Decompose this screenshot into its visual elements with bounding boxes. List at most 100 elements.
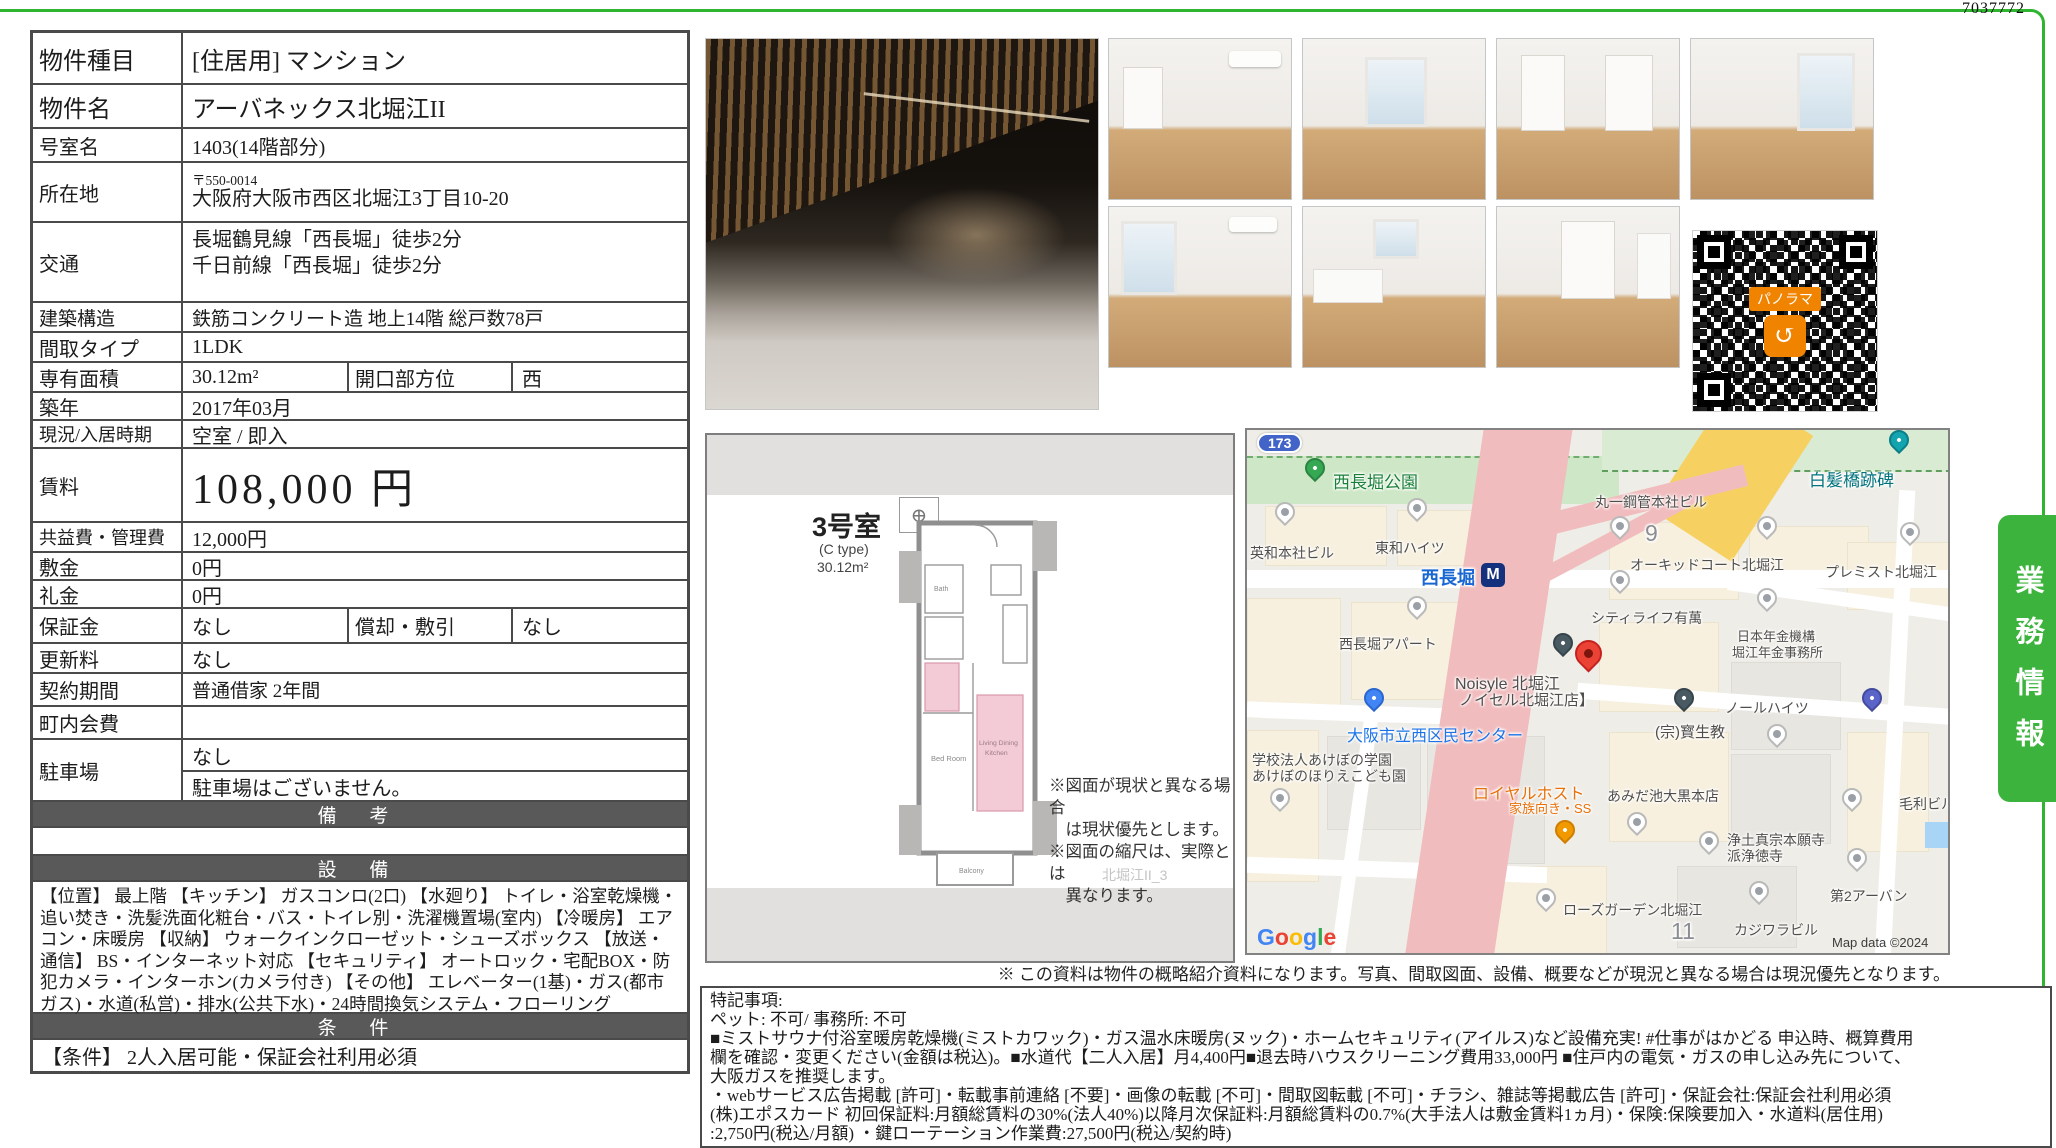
transport-line2: 千日前線「西長堀」徒歩2分 bbox=[192, 253, 442, 279]
photo-window bbox=[1373, 219, 1419, 259]
map-label: あけぼのほりえこども園 bbox=[1252, 766, 1406, 786]
map-label: 西長堀公園 bbox=[1333, 468, 1418, 493]
map-pin-orangep[interactable] bbox=[1551, 816, 1579, 844]
guarantee: なし bbox=[183, 609, 349, 642]
svg-text:Living Dining: Living Dining bbox=[979, 740, 1018, 747]
google-logo: Google bbox=[1257, 924, 1336, 951]
photo-ac-unit bbox=[1229, 51, 1281, 67]
table-row: 保証金 なし 償却・敷引 なし bbox=[33, 607, 687, 642]
map-label: 家族向き・SS bbox=[1509, 798, 1591, 817]
row-label: 専有面積 bbox=[33, 363, 183, 391]
conditions-header: 条 件 bbox=[33, 1014, 687, 1038]
panorama-arrow-icon: ↺ bbox=[1764, 315, 1806, 357]
map-label: 丸一鋼管本社ビル bbox=[1595, 492, 1707, 512]
map-label: 西長堀アパート bbox=[1339, 634, 1437, 654]
renewal-fee: なし bbox=[183, 644, 687, 672]
deposit: 0円 bbox=[183, 553, 687, 579]
table-row: 建築構造鉄筋コンクリート造 地上14階 総戸数78戸 bbox=[33, 301, 687, 331]
row-label: 号室名 bbox=[33, 129, 183, 161]
row-label: 開口部方位 bbox=[349, 363, 513, 391]
photo-door bbox=[1123, 67, 1163, 129]
map-canvas[interactable]: 173 M Google Map data ©2024 西長堀公園白髪橋跡碑丸一… bbox=[1245, 428, 1950, 955]
table-row: 更新料なし bbox=[33, 642, 687, 672]
map-label: 11 bbox=[1671, 918, 1695, 945]
layout-type: 1LDK bbox=[183, 333, 687, 361]
map-label: 英和本社ビル bbox=[1250, 543, 1334, 563]
table-row: 町内会費 bbox=[33, 705, 687, 738]
table-row: 間取タイプ1LDK bbox=[33, 331, 687, 361]
document-number: 7037772 bbox=[1962, 0, 2025, 18]
photo-hallway-2[interactable] bbox=[1496, 206, 1680, 368]
row-label: 敷金 bbox=[33, 553, 183, 579]
table-row: 共益費・管理費12,000円 bbox=[33, 521, 687, 551]
map-label: オーキッドコート北堀江 bbox=[1630, 555, 1784, 575]
notes-line: 欄を確認・変更ください(金額は税込)。■水道代【二人入居】月4,400円■退去時… bbox=[710, 1048, 2042, 1067]
floorplan-watermark: 北堀江II_3 bbox=[1102, 865, 1167, 885]
photo-window bbox=[1365, 57, 1427, 127]
facing-direction: 西 bbox=[513, 363, 687, 391]
table-row: 専有面積 30.12m² 開口部方位 西 bbox=[33, 361, 687, 391]
panorama-qr-code[interactable]: パノラマ ↺ bbox=[1692, 230, 1878, 412]
business-info-tab[interactable]: 業務情報 bbox=[1998, 515, 2056, 802]
row-label: 築年 bbox=[33, 393, 183, 419]
table-row: 現況/入居時期空室 / 即入 bbox=[33, 419, 687, 447]
row-label: 建築構造 bbox=[33, 303, 183, 331]
map-label: 第2アーバン bbox=[1830, 886, 1908, 906]
contract-period: 普通借家 2年間 bbox=[183, 674, 687, 705]
table-row: 【条件】 2人入居可能・保証会社利用必須 bbox=[33, 1038, 687, 1071]
photo-door bbox=[1521, 55, 1565, 131]
property-sheet: 7037772 物件種目[住居用] マンション 物件名アーバネックス北堀江II … bbox=[0, 0, 2056, 1148]
map-label: 大阪市立西区民センター bbox=[1347, 722, 1523, 746]
row-label: 契約期間 bbox=[33, 674, 183, 705]
photo-ac-unit bbox=[1229, 217, 1277, 232]
special-notes-box: 特記事項: ペット: 不可/ 事務所: 不可 ■ミストサウナ付浴室暖房乾燥機(ミ… bbox=[700, 986, 2052, 1148]
photo-room-4[interactable] bbox=[1108, 206, 1292, 368]
photo-entrance-main[interactable] bbox=[705, 38, 1099, 410]
remarks-content bbox=[33, 828, 687, 854]
parking-value: なし bbox=[183, 740, 687, 770]
table-row: 【位置】 最上階 【キッチン】 ガスコンロ(2口) 【水廻り】 トイレ・浴室乾燥… bbox=[33, 880, 687, 1012]
map-label: カジワラビル bbox=[1734, 920, 1818, 940]
svg-text:Kitchen: Kitchen bbox=[985, 750, 1008, 757]
svg-text:Bath: Bath bbox=[934, 586, 949, 593]
table-row: 所在地 〒550-0014大阪府大阪市西区北堀江3丁目10-20 bbox=[33, 161, 687, 221]
photo-kitchen-1[interactable] bbox=[1302, 206, 1486, 368]
remarks-header: 備 考 bbox=[33, 802, 687, 826]
floorplan-top-band bbox=[707, 435, 1233, 495]
notes-line: ペット: 不可/ 事務所: 不可 bbox=[710, 1010, 2042, 1029]
map-pin-slate[interactable] bbox=[1549, 629, 1577, 657]
map-label: プレミスト北堀江 bbox=[1825, 562, 1937, 582]
table-row: 敷金0円 bbox=[33, 551, 687, 579]
floorplan-drawing: Bath Bed Room Living Dining Kitchen Balc… bbox=[887, 513, 1067, 893]
amortization: なし bbox=[513, 609, 687, 642]
parking-cell: なし 駐車場はございません。 bbox=[183, 740, 687, 800]
row-label: 賃料 bbox=[33, 449, 183, 521]
qr-finder bbox=[1697, 235, 1731, 269]
address-cell: 〒550-0014大阪府大阪市西区北堀江3丁目10-20 bbox=[183, 163, 687, 221]
business-info-tab-label: 業務情報 bbox=[2006, 549, 2048, 769]
rent-amount: 108,000 円 bbox=[183, 449, 687, 521]
table-row: 号室名1403(14階部分) bbox=[33, 127, 687, 161]
row-label: 礼金 bbox=[33, 581, 183, 607]
row-label: 駐車場 bbox=[33, 740, 183, 800]
photo-room-2[interactable] bbox=[1302, 38, 1486, 200]
map-label: ノールハイツ bbox=[1725, 698, 1809, 718]
photo-room-1[interactable] bbox=[1108, 38, 1292, 200]
built-year: 2017年03月 bbox=[183, 393, 687, 419]
row-label: 更新料 bbox=[33, 644, 183, 672]
map-label: 9 bbox=[1645, 520, 1658, 547]
photo-room-3[interactable] bbox=[1690, 38, 1874, 200]
map-label: 東和ハイツ bbox=[1375, 538, 1445, 558]
property-name: アーバネックス北堀江II bbox=[183, 85, 687, 127]
svg-text:Balcony: Balcony bbox=[959, 868, 984, 875]
photo-window bbox=[1797, 53, 1855, 131]
notes-line: 大阪ガスを推奨します。 bbox=[710, 1067, 2042, 1086]
property-table: 物件種目[住居用] マンション 物件名アーバネックス北堀江II 号室名1403(… bbox=[30, 30, 690, 1074]
table-row: 駐車場 なし 駐車場はございません。 bbox=[33, 738, 687, 800]
map-label: 西長堀 bbox=[1421, 564, 1475, 590]
table-row: 交通 長堀鶴見線「西長堀」徒歩2分千日前線「西長堀」徒歩2分 bbox=[33, 221, 687, 301]
photo-door bbox=[1605, 55, 1653, 131]
table-row: 賃料108,000 円 bbox=[33, 447, 687, 521]
panorama-label: パノラマ bbox=[1749, 287, 1821, 311]
photo-hallway-1[interactable] bbox=[1496, 38, 1680, 200]
